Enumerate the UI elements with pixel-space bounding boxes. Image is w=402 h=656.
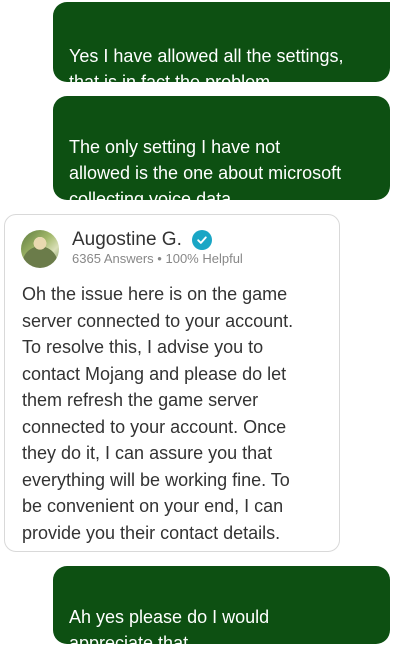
stats-separator: •: [157, 251, 162, 266]
helpful-rating: 100% Helpful: [165, 251, 243, 266]
answers-count: 6365 Answers: [72, 251, 154, 266]
user-message-text: Ah yes please do I would appreciate that: [69, 607, 270, 653]
expert-reply-card: Augostine G. 6365 Answers • 100% Helpful…: [4, 214, 340, 552]
user-message-text: Yes I have allowed all the settings, tha…: [69, 46, 344, 92]
expert-stats: 6365 Answers • 100% Helpful: [72, 251, 243, 267]
avatar[interactable]: [21, 230, 59, 268]
expert-message-text: Oh the issue here is on the game server …: [22, 284, 294, 543]
user-message-text: The only setting I have not allowed is t…: [69, 137, 342, 209]
user-message-bubble: Yes I have allowed all the settings, tha…: [53, 2, 390, 92]
expert-name[interactable]: Augostine G.: [72, 229, 182, 251]
user-message-bubble: Ah yes please do I would appreciate that: [53, 566, 390, 653]
user-message-bubble: The only setting I have not allowed is t…: [53, 96, 390, 209]
verified-check-icon: [192, 230, 212, 250]
